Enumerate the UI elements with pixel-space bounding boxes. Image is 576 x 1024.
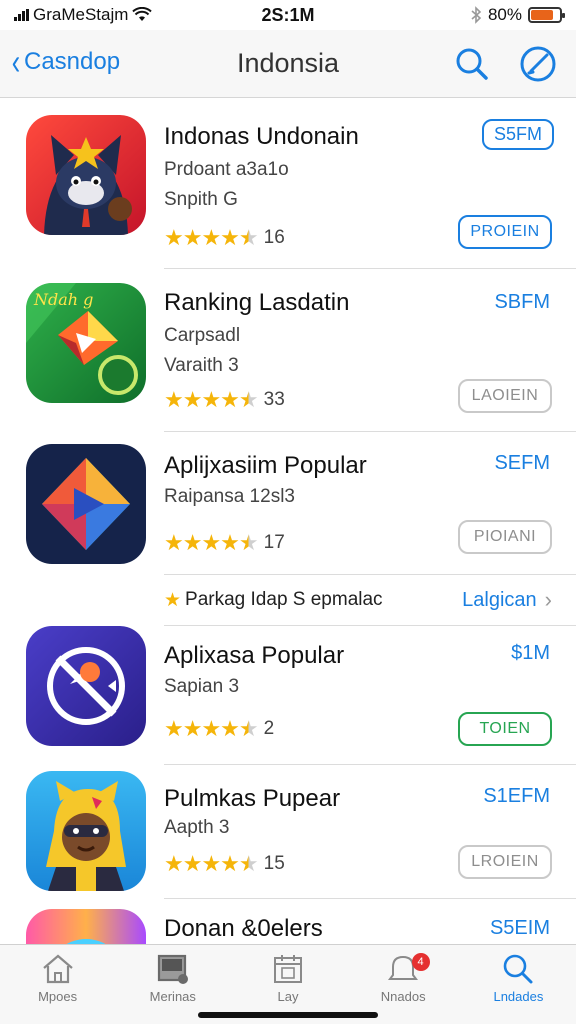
- list-item[interactable]: Pulmkas Pupear Aapth 3 ★★★★★ 15 S1EFM LR…: [0, 765, 576, 899]
- rating-count: 2: [263, 718, 275, 739]
- promo-link-label: Lalgican: [462, 588, 537, 611]
- tab-label: Mpoes: [38, 989, 78, 1004]
- app-icon-ninja-cat: [26, 115, 146, 235]
- price-label: $1M: [511, 642, 550, 664]
- rating: ★★★★★ 33: [164, 387, 285, 413]
- app-name: Aplijxasiim Popular: [164, 452, 367, 479]
- app-icon-prism: [26, 444, 146, 564]
- rating: ★★★★★ 15: [164, 851, 285, 877]
- back-button[interactable]: ‹ Casndop: [0, 44, 120, 80]
- price-label: S5EIM: [489, 917, 550, 939]
- status-bar: GraMeStajm 2S:1M 80%: [0, 0, 576, 30]
- signal-icon: [14, 9, 29, 21]
- list-item[interactable]: Ndah g Ranking Lasdatin Carpsadl Varaith…: [0, 269, 576, 432]
- rating-stars: ★★★★★: [164, 530, 259, 555]
- app-icon-hero: [26, 771, 146, 891]
- list-item[interactable]: Donan &0elers S5EIM: [0, 899, 576, 945]
- nav-actions: [452, 44, 558, 84]
- list-item[interactable]: Aplixasa Popular Sapian 3 ★★★★★ 2 $1M TO…: [0, 626, 576, 764]
- app-subtitle: Aapth 3: [164, 817, 230, 838]
- app-name: Donan &0elers: [164, 915, 323, 942]
- app-subtitle: Sapian 3: [164, 676, 240, 697]
- chevron-right-icon: ›: [544, 587, 552, 612]
- get-button[interactable]: LAOIEIN: [458, 379, 552, 413]
- wifi-icon: [132, 7, 153, 21]
- home-indicator: [198, 1012, 378, 1018]
- search-button[interactable]: [452, 44, 492, 84]
- tab-search[interactable]: Lndades: [461, 945, 576, 1024]
- price-label: S1EFM: [483, 785, 550, 807]
- search-icon: [456, 48, 488, 80]
- get-button[interactable]: PIOIANI: [458, 520, 552, 554]
- rating-count: 17: [263, 532, 285, 553]
- svg-text:Ndah g: Ndah g: [33, 290, 93, 309]
- search-icon: [504, 954, 533, 984]
- calendar-icon: [274, 955, 302, 983]
- battery-percent: 80%: [487, 5, 522, 24]
- app-subtitle: Raipansa 12sl3: [164, 486, 295, 507]
- list-item[interactable]: Indonas Undonain Prdoant a3a1o Snpith G …: [0, 99, 576, 269]
- rating-stars: ★★★★★: [164, 851, 259, 876]
- tab-label: Lndades: [493, 989, 544, 1004]
- app-subtitle: Varaith 3: [164, 355, 239, 376]
- rating: ★★★★★ 2: [164, 716, 274, 742]
- chevron-left-icon: ‹: [11, 41, 21, 82]
- compose-icon: [520, 46, 556, 82]
- compose-button[interactable]: [518, 44, 558, 84]
- status-left: GraMeStajm: [14, 5, 153, 25]
- app-icon-ranking: Ndah g: [26, 283, 146, 403]
- price-label: S5FM: [481, 119, 554, 150]
- notification-badge: 4: [411, 953, 430, 971]
- app-subtitle: Snpith G: [164, 189, 238, 210]
- status-right: 80%: [470, 5, 565, 25]
- bluetooth-icon: [471, 6, 482, 24]
- get-button[interactable]: LROIEIN: [458, 845, 552, 879]
- app-name: Pulmkas Pupear: [164, 785, 341, 812]
- get-button[interactable]: TOIEN: [458, 712, 552, 746]
- app-icon-rainbow: [26, 909, 146, 945]
- back-label: Casndop: [24, 48, 121, 75]
- tab-home[interactable]: Mpoes: [0, 945, 115, 1024]
- home-icon: [42, 954, 73, 984]
- carrier-name: GraMeStajm: [33, 5, 129, 24]
- rating-stars: ★★★★★: [164, 387, 259, 412]
- promo-label: Parkag Idap S epmalac: [185, 589, 383, 610]
- gallery-icon: [157, 954, 188, 984]
- app-name: Indonas Undonain: [164, 123, 359, 150]
- promo-text: ★ Parkag Idap S epmalac: [164, 589, 383, 612]
- promo-row[interactable]: ★ Parkag Idap S epmalac Lalgican ›: [164, 575, 552, 625]
- list-item[interactable]: Aplijxasiim Popular Raipansa 12sl3 ★★★★★…: [0, 432, 576, 574]
- get-button[interactable]: PROIEIN: [458, 215, 552, 249]
- battery-icon: [528, 7, 565, 23]
- battery-fill: [531, 10, 554, 20]
- rating: ★★★★★ 17: [164, 530, 285, 556]
- nav-bar: ‹ Casndop Indonsia: [0, 30, 576, 98]
- app-icon-compass: [26, 626, 146, 746]
- app-name: Aplixasa Popular: [164, 642, 345, 669]
- promo-link[interactable]: Lalgican ›: [462, 587, 552, 613]
- price-label: SBFM: [494, 291, 550, 313]
- tab-label: Merinas: [149, 989, 196, 1004]
- app-list: Indonas Undonain Prdoant a3a1o Snpith G …: [0, 99, 576, 945]
- app-subtitle: Carpsadl: [164, 325, 241, 346]
- star-icon: ★: [164, 589, 182, 611]
- rating-count: 16: [263, 227, 285, 248]
- tab-label: Lay: [277, 989, 299, 1004]
- app-subtitle: Prdoant a3a1o: [164, 159, 289, 180]
- rating-count: 33: [263, 389, 285, 410]
- rating-stars: ★★★★★: [164, 716, 259, 741]
- app-name: Ranking Lasdatin: [164, 289, 350, 316]
- rating-stars: ★★★★★: [164, 225, 259, 250]
- rating-count: 15: [263, 853, 285, 874]
- rating: ★★★★★ 16: [164, 225, 285, 251]
- price-label: SEFM: [494, 452, 550, 474]
- tab-label: Nnados: [380, 989, 426, 1004]
